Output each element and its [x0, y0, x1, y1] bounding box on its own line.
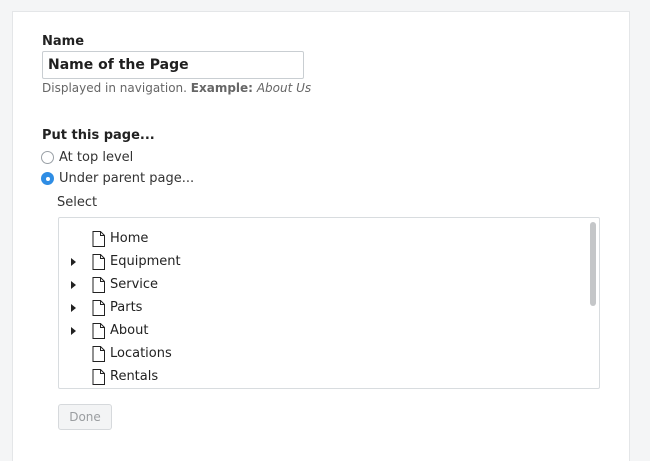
name-label: Name: [42, 34, 85, 49]
tree-item-label: About: [110, 323, 149, 338]
radio-parent-page[interactable]: Under parent page...: [41, 171, 194, 186]
radio-parent-page-button[interactable]: [41, 172, 54, 185]
page-settings-panel: Name Displayed in navigation. Example: A…: [12, 11, 630, 461]
hint-prefix: Displayed in navigation.: [42, 81, 187, 95]
done-button[interactable]: Done: [58, 404, 112, 430]
hint-example-label: Example:: [190, 81, 253, 95]
page-icon: [92, 254, 105, 274]
tree-item[interactable]: Locations: [59, 343, 579, 365]
page-icon: [92, 231, 105, 251]
radio-parent-page-label: Under parent page...: [59, 171, 195, 186]
tree-item[interactable]: Service: [59, 274, 579, 296]
tree-item-label: Service: [110, 277, 159, 292]
tree-scrollbar[interactable]: [590, 222, 596, 306]
radio-top-level-label: At top level: [59, 150, 134, 165]
page-icon: [92, 369, 105, 388]
tree-item-label: Equipment: [110, 254, 181, 269]
tree-item-label: Rentals: [110, 369, 159, 384]
select-label: Select: [57, 195, 98, 210]
page-icon: [92, 300, 105, 320]
caret-right-icon[interactable]: [71, 327, 76, 335]
placement-label: Put this page...: [42, 128, 155, 143]
caret-right-icon[interactable]: [71, 304, 76, 312]
radio-top-level-button[interactable]: [41, 151, 54, 164]
hint-example-value: About Us: [256, 81, 312, 95]
caret-right-icon[interactable]: [71, 258, 76, 266]
tree-item[interactable]: Home: [59, 228, 579, 250]
tree-item[interactable]: About: [59, 320, 579, 342]
radio-top-level[interactable]: At top level: [41, 150, 133, 165]
parent-page-tree[interactable]: Home Equipment Service Parts About Locations R…: [58, 217, 600, 389]
page-icon: [92, 277, 105, 297]
tree-item-label: Parts: [110, 300, 143, 315]
name-input[interactable]: [42, 51, 304, 79]
page-icon: [92, 323, 105, 343]
tree-item-label: Home: [110, 231, 149, 246]
tree-item[interactable]: Equipment: [59, 251, 579, 273]
name-hint: Displayed in navigation. Example: About …: [42, 81, 311, 95]
tree-item-label: Locations: [110, 346, 172, 361]
tree-item[interactable]: Parts: [59, 297, 579, 319]
caret-right-icon[interactable]: [71, 281, 76, 289]
tree-item[interactable]: Rentals: [59, 366, 579, 388]
page-icon: [92, 346, 105, 366]
